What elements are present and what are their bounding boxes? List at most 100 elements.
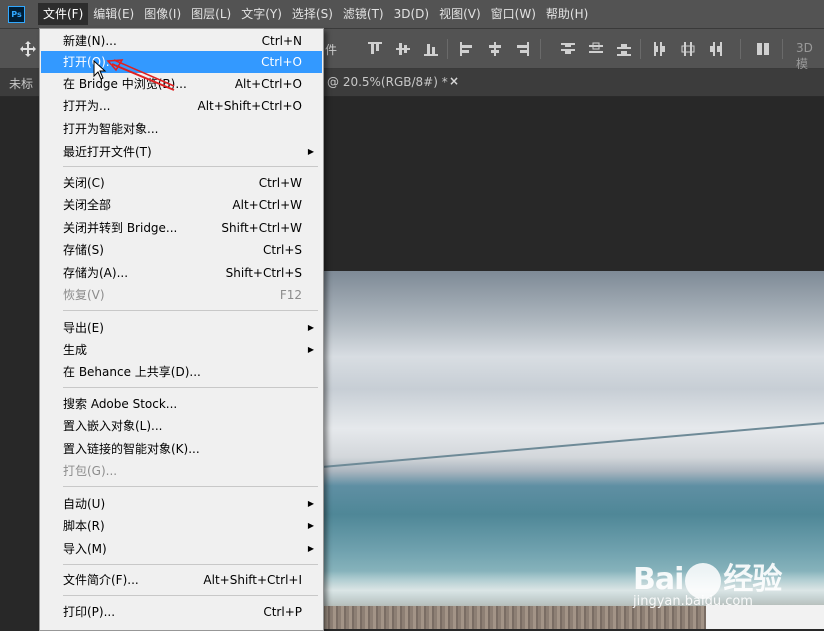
tab-untitled[interactable]: 未标 (9, 75, 33, 92)
menu-item-label: 关闭全部 (63, 198, 112, 212)
menu-item-open-recent[interactable]: 最近打开文件(T) ▶ (41, 141, 322, 163)
menu-item-shortcut: Alt+Ctrl+W (232, 198, 302, 212)
distribute-bottom-icon[interactable] (616, 41, 632, 57)
menu-item-label: 自动(U) (63, 497, 106, 511)
options-separator (640, 39, 641, 59)
align-horizontal-center-icon[interactable] (487, 41, 503, 57)
menu-item-print[interactable]: 打印(P)... Ctrl+P (41, 601, 322, 623)
menu-item-label: 搜索 Adobe Stock... (63, 397, 178, 411)
menu-item-label: 文件简介(F)... (63, 573, 139, 587)
move-tool-icon[interactable] (20, 41, 36, 57)
menu-item-shortcut: Alt+Shift+Ctrl+O (197, 99, 302, 113)
submenu-arrow-icon: ▶ (307, 345, 314, 354)
watermark-brand-suffix: 经验 (723, 562, 782, 597)
submenu-arrow-icon: ▶ (307, 147, 314, 156)
menu-item-shortcut: F12 (279, 288, 302, 302)
horizon-line (322, 420, 824, 468)
menu-bar: Ps 文件(F) 编辑(E) 图像(I) 图层(L) 文字(Y) 选择(S) 滤… (0, 0, 824, 29)
menu-image[interactable]: 图像(I) (139, 3, 186, 25)
distribute-top-icon[interactable] (560, 41, 576, 57)
menu-item-label: 置入嵌入对象(L)... (63, 419, 163, 433)
menu-item-save[interactable]: 存储(S) Ctrl+S (41, 239, 322, 261)
tab-close-icon[interactable]: × (449, 74, 459, 88)
watermark-brand: Bai (633, 562, 684, 597)
mouse-cursor-icon (93, 60, 107, 80)
menu-item-shortcut: Alt+Ctrl+O (234, 77, 302, 91)
distribute-left-icon[interactable] (652, 41, 668, 57)
menu-item-shortcut: Shift+Ctrl+S (225, 266, 302, 280)
distribute-vertical-center-icon[interactable] (588, 41, 604, 57)
menu-item-close-all[interactable]: 关闭全部 Alt+Ctrl+W (41, 194, 322, 216)
menu-item-close-and-go-to-bridge[interactable]: 关闭并转到 Bridge... Shift+Ctrl+W (41, 217, 322, 239)
menu-item-open-as[interactable]: 打开为... Alt+Shift+Ctrl+O (41, 95, 322, 117)
menu-item-label: 存储(S) (63, 243, 104, 257)
options-separator (782, 39, 783, 59)
menu-item-save-as[interactable]: 存储为(A)... Shift+Ctrl+S (41, 262, 322, 284)
menu-item-label: 恢复(V) (63, 288, 105, 302)
menu-item-close[interactable]: 关闭(C) Ctrl+W (41, 172, 322, 194)
file-dropdown-menu: 新建(N)... Ctrl+N 打开(O)... Ctrl+O 在 Bridge 中… (39, 28, 324, 631)
submenu-arrow-icon: ▶ (307, 499, 314, 508)
menu-view[interactable]: 视图(V) (434, 3, 486, 25)
menu-item-label: 关闭并转到 Bridge... (63, 221, 178, 235)
auto-align-layers-icon[interactable] (755, 41, 771, 57)
menu-item-label: 脚本(R) (63, 519, 105, 533)
tab-document[interactable]: @ 20.5%(RGB/8#) * (327, 75, 448, 89)
menu-window[interactable]: 窗口(W) (486, 3, 541, 25)
menu-item-label: 关闭(C) (63, 176, 105, 190)
menu-separator (63, 387, 318, 388)
menu-3d[interactable]: 3D(D) (389, 3, 434, 25)
menu-item-open-as-smart-object[interactable]: 打开为智能对象... (41, 118, 322, 140)
menu-item-label: 存储为(A)... (63, 266, 129, 280)
align-vertical-center-icon[interactable] (395, 41, 411, 57)
options-separator (740, 39, 741, 59)
red-annotation-arrow (106, 59, 175, 91)
menu-item-automate[interactable]: 自动(U) ▶ (41, 493, 322, 515)
watermark-url: jingyan.baidu.com (633, 594, 753, 609)
menu-item-label: 打开为... (63, 99, 111, 113)
menu-item-label: 新建(N)... (63, 34, 117, 48)
menu-item-share-on-behance[interactable]: 在 Behance 上共享(D)... (41, 361, 322, 383)
menu-separator (63, 486, 318, 487)
options-separator (540, 39, 541, 59)
menu-file[interactable]: 文件(F) (38, 3, 89, 25)
menu-item-place-linked[interactable]: 置入链接的智能对象(K)... (41, 438, 322, 460)
baidu-watermark-logo: Bai 经验 (633, 554, 782, 599)
menu-item-open[interactable]: 打开(O)... Ctrl+O (41, 51, 322, 73)
menu-item-export[interactable]: 导出(E) ▶ (41, 317, 322, 339)
menu-item-label: 导入(M) (63, 542, 107, 556)
align-bottom-icon[interactable] (423, 41, 439, 57)
menu-item-shortcut: Ctrl+O (261, 55, 302, 69)
menu-item-import[interactable]: 导入(M) ▶ (41, 538, 322, 560)
menu-separator (63, 166, 318, 167)
menu-item-search-adobe-stock[interactable]: 搜索 Adobe Stock... (41, 393, 322, 415)
menu-help[interactable]: 帮助(H) (541, 3, 593, 25)
menu-filter[interactable]: 滤镜(T) (338, 3, 389, 25)
photoshop-logo-icon: Ps (8, 5, 25, 23)
menu-layer[interactable]: 图层(L) (186, 3, 236, 25)
menu-item-shortcut: Ctrl+S (262, 243, 302, 257)
3d-mode-label: 3D 模 (796, 41, 813, 71)
menu-item-file-info[interactable]: 文件简介(F)... Alt+Shift+Ctrl+I (41, 569, 322, 591)
menu-separator (63, 595, 318, 596)
menu-item-scripts[interactable]: 脚本(R) ▶ (41, 515, 322, 537)
menu-item-browse-in-bridge[interactable]: 在 Bridge 中浏览(B)... Alt+Ctrl+O (41, 73, 322, 95)
menu-edit[interactable]: 编辑(E) (88, 3, 139, 25)
menu-item-shortcut: Alt+Shift+Ctrl+I (203, 573, 302, 587)
menu-item-revert: 恢复(V) F12 (41, 284, 322, 306)
align-left-icon[interactable] (459, 41, 475, 57)
menu-item-generate[interactable]: 生成 ▶ (41, 339, 322, 361)
options-bar-label: 件 (325, 43, 338, 57)
align-top-icon[interactable] (367, 41, 383, 57)
menu-item-label: 最近打开文件(T) (63, 145, 152, 159)
menu-type[interactable]: 文字(Y) (236, 3, 287, 25)
align-right-icon[interactable] (514, 41, 530, 57)
distribute-right-icon[interactable] (707, 41, 723, 57)
menu-item-new[interactable]: 新建(N)... Ctrl+N (41, 30, 322, 52)
menu-item-package: 打包(G)... (41, 460, 322, 482)
menu-select[interactable]: 选择(S) (287, 3, 338, 25)
menu-item-place-embedded[interactable]: 置入嵌入对象(L)... (41, 415, 322, 437)
distribute-horizontal-center-icon[interactable] (680, 41, 696, 57)
menu-item-label: 打开为智能对象... (63, 122, 159, 136)
menu-item-label: 置入链接的智能对象(K)... (63, 442, 200, 456)
